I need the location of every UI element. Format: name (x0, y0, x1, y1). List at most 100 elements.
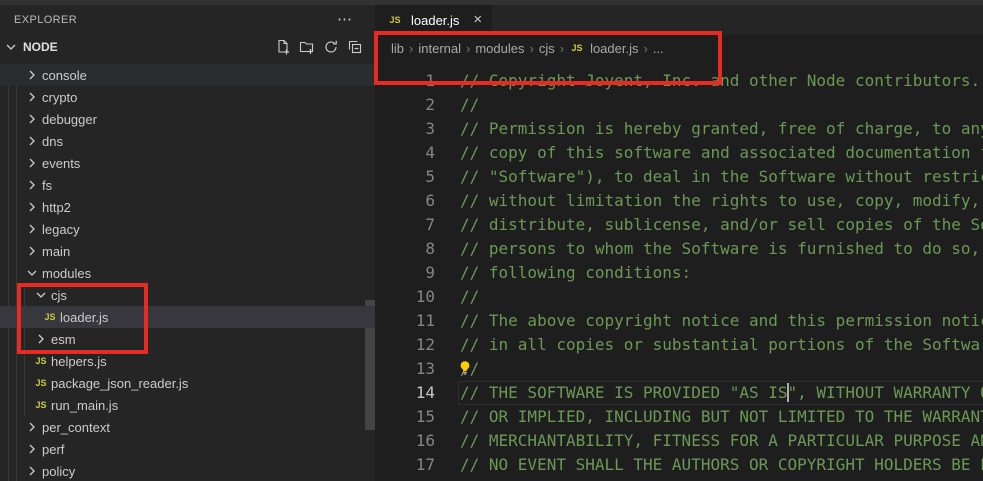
tree-item-crypto[interactable]: crypto (0, 86, 375, 108)
code-line-1[interactable]: 1// Copyright Joyent, Inc. and other Nod… (375, 69, 983, 93)
tree-item-http2[interactable]: http2 (0, 196, 375, 218)
code-line-6[interactable]: 6// without limitation the rights to use… (375, 189, 983, 213)
js-file-icon: JS (387, 15, 403, 25)
breadcrumb-separator: › (466, 41, 470, 56)
code-line-17[interactable]: 17// NO EVENT SHALL THE AUTHORS OR COPYR… (375, 453, 983, 477)
tree-item-package-json-reader-js[interactable]: JSpackage_json_reader.js (0, 372, 375, 394)
breadcrumb-item-modules[interactable]: modules (475, 41, 524, 56)
line-number: 13 (375, 357, 435, 381)
code-line-12[interactable]: 12// in all copies or substantial portio… (375, 333, 983, 357)
line-number: 14 (375, 381, 435, 405)
code-line-13[interactable]: 13// (375, 357, 983, 381)
breadcrumb-item--[interactable]: ... (653, 41, 664, 56)
explorer-sidebar: EXPLORER ⋯ NODE consolecrypto debugger dns… (0, 5, 375, 481)
node-section-header[interactable]: NODE (0, 35, 375, 59)
line-number: 15 (375, 405, 435, 429)
code-line-18[interactable]: 18// DAMAGES OR OTHER LIABILITY, WHETHER… (375, 477, 983, 481)
tree-item-modules[interactable]: modules (0, 262, 375, 284)
chevron-right-icon (24, 419, 40, 435)
breadcrumb-separator: › (643, 41, 647, 56)
breadcrumb-item-cjs[interactable]: cjs (539, 41, 555, 56)
chevron-down-icon (33, 287, 49, 303)
line-number: 8 (375, 237, 435, 261)
tree-item-policy[interactable]: policy (0, 460, 375, 481)
code-line-4[interactable]: 4 // copy of this software and associated… (375, 141, 983, 165)
tree-item-legacy[interactable]: legacy (0, 218, 375, 240)
tab-label: loader.js (411, 13, 459, 28)
close-tab-icon[interactable]: × (473, 13, 482, 27)
chevron-right-icon (24, 243, 40, 259)
tree-item-run-main-js[interactable]: JSrun_main.js (0, 394, 375, 416)
tree-item-console[interactable]: console (0, 64, 375, 86)
line-number: 16 (375, 429, 435, 453)
lightbulb-icon[interactable] (457, 359, 473, 375)
collapse-all-icon[interactable] (347, 39, 363, 55)
chevron-right-icon (24, 89, 40, 105)
line-number: 9 (375, 261, 435, 285)
code-line-text: // (460, 285, 479, 309)
tree-item-events[interactable]: events (0, 152, 375, 174)
tree-item-label: legacy (42, 222, 80, 237)
code-line-9[interactable]: 9 // following conditions: (375, 261, 983, 285)
code-line-text: // following conditions: (460, 261, 691, 285)
line-number: 4 (375, 141, 435, 165)
code-line-11[interactable]: 11// The above copyright notice and this… (375, 309, 983, 333)
code-line-3[interactable]: 3// Permission is hereby granted, free o… (375, 117, 983, 141)
tree-item-label: http2 (42, 200, 71, 215)
tree-item-label: loader.js (60, 310, 108, 325)
code-line-8[interactable]: 8// persons to whom the Software is furn… (375, 237, 983, 261)
tree-item-main[interactable]: main (0, 240, 375, 262)
tree-item-per-context[interactable]: per_context (0, 416, 375, 438)
refresh-icon[interactable] (323, 39, 339, 55)
tree-item-label: run_main.js (51, 398, 118, 413)
code-line-text: // Permission is hereby granted, free of… (460, 117, 983, 141)
chevron-right-icon (33, 331, 49, 347)
line-number: 2 (375, 93, 435, 117)
line-number: 1 (375, 69, 435, 93)
breadcrumb-item-internal[interactable]: internal (418, 41, 461, 56)
explorer-header: EXPLORER ⋯ (0, 5, 375, 35)
code-line-16[interactable]: 16 // MERCHANTABILITY, FITNESS FOR A PART… (375, 429, 983, 453)
code-line-text: // in all copies or substantial portions… (460, 333, 983, 357)
code-line-text: // OR IMPLIED, INCLUDING BUT NOT LIMITED… (460, 405, 983, 429)
code-line-14[interactable]: 14// THE SOFTWARE IS PROVIDED "AS IS", W… (375, 381, 983, 405)
new-folder-icon[interactable] (299, 39, 315, 55)
tree-item-label: debugger (42, 112, 97, 127)
tree-item-label: dns (42, 134, 63, 149)
tree-item-esm[interactable]: esm (0, 328, 375, 350)
code-line-text: // "Software"), to deal in the Software … (460, 165, 983, 189)
editor-code-area[interactable]: 1// Copyright Joyent, Inc. and other Nod… (375, 66, 983, 481)
breadcrumb-separator: › (409, 41, 413, 56)
more-actions-icon[interactable]: ⋯ (337, 15, 353, 25)
tree-item-cjs[interactable]: cjs (0, 284, 375, 306)
tree-item-loader-js[interactable]: JSloader.js (0, 306, 375, 328)
tree-item-debugger[interactable]: debugger (0, 108, 375, 130)
line-number: 17 (375, 453, 435, 477)
section-actions (275, 39, 363, 55)
line-number: 5 (375, 165, 435, 189)
code-line-15[interactable]: 15 // OR IMPLIED, INCLUDING BUT NOT LIMIT… (375, 405, 983, 429)
code-line-10[interactable]: 10// (375, 285, 983, 309)
tree-item-dns[interactable]: dns (0, 130, 375, 152)
js-file-icon: JS (42, 312, 58, 322)
code-line-text: // distribute, sublicense, and/or sell c… (460, 213, 983, 237)
js-file-icon: JS (569, 43, 585, 53)
tree-item-label: per_context (42, 420, 110, 435)
chevron-right-icon (24, 463, 40, 479)
breadcrumb-item-lib[interactable]: lib (391, 41, 404, 56)
new-file-icon[interactable] (275, 39, 291, 55)
code-line-text: // copy of this software and associated … (460, 141, 983, 165)
js-file-icon: JS (33, 356, 49, 366)
code-line-text: // MERCHANTABILITY, FITNESS FOR A PARTIC… (460, 429, 983, 453)
tree-item-perf[interactable]: perf (0, 438, 375, 460)
code-line-7[interactable]: 7// distribute, sublicense, and/or sell … (375, 213, 983, 237)
tree-item-label: policy (42, 464, 75, 479)
tree-item-helpers-js[interactable]: JShelpers.js (0, 350, 375, 372)
tree-item-fs[interactable]: fs (0, 174, 375, 196)
tab-loader-js[interactable]: JS loader.js × (375, 5, 492, 35)
line-number: 6 (375, 189, 435, 213)
code-line-2[interactable]: 2// (375, 93, 983, 117)
breadcrumb-item-loader-js[interactable]: JSloader.js (569, 41, 638, 56)
code-line-5[interactable]: 5 // "Software"), to deal in the Software… (375, 165, 983, 189)
tree-item-label: perf (42, 442, 64, 457)
